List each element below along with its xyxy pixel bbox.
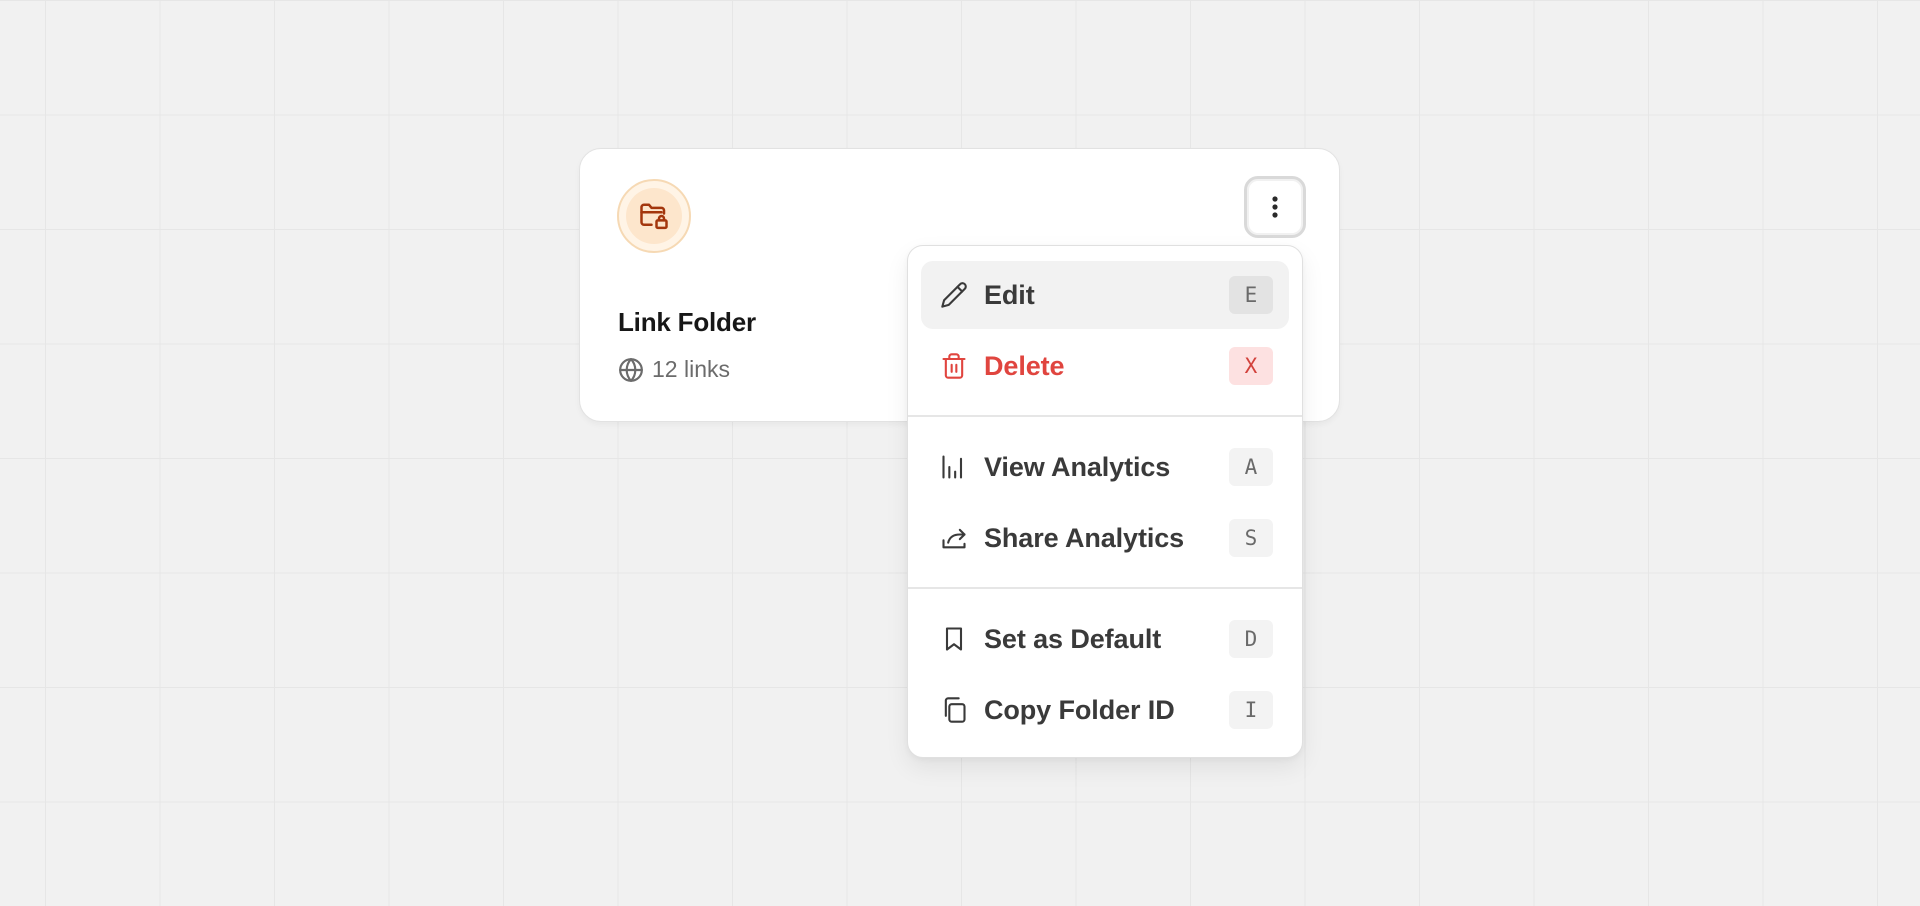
menu-item-label: View Analytics [984,451,1171,482]
menu-item-share-analytics[interactable]: Share Analytics S [921,504,1289,572]
more-options-button[interactable] [1244,176,1306,238]
trash-icon [939,351,969,381]
copy-icon [939,695,969,725]
folder-title: Link Folder [618,307,756,337]
menu-item-label: Copy Folder ID [984,694,1175,725]
menu-item-delete[interactable]: Delete X [921,332,1289,400]
menu-divider [908,587,1302,589]
menu-divider [908,415,1302,417]
shortcut-badge: A [1229,448,1273,486]
menu-item-label: Set as Default [984,623,1162,654]
shortcut-badge: D [1229,620,1273,658]
menu-item-label: Share Analytics [984,522,1185,553]
globe-icon [618,357,644,383]
menu-item-label: Edit [984,279,1035,310]
shortcut-badge: X [1229,347,1273,385]
bookmark-icon [939,624,969,654]
menu-item-set-default[interactable]: Set as Default D [921,605,1289,673]
menu-item-view-analytics[interactable]: View Analytics A [921,433,1289,501]
shortcut-badge: I [1229,691,1273,729]
shortcut-badge: E [1229,276,1273,314]
folder-actions-menu: Edit E Delete X View Analytics A Share A… [907,245,1303,758]
folder-avatar [617,179,691,253]
folder-lock-icon [639,201,669,231]
pencil-icon [939,280,969,310]
shortcut-badge: S [1229,519,1273,557]
menu-item-label: Delete [984,350,1065,381]
bar-chart-icon [939,452,969,482]
menu-item-edit[interactable]: Edit E [921,261,1289,329]
links-count-label: 12 links [652,356,730,382]
share-icon [939,523,969,553]
menu-item-copy-folder-id[interactable]: Copy Folder ID I [921,676,1289,744]
links-count: 12 links [618,356,730,383]
more-vertical-icon [1271,196,1279,218]
